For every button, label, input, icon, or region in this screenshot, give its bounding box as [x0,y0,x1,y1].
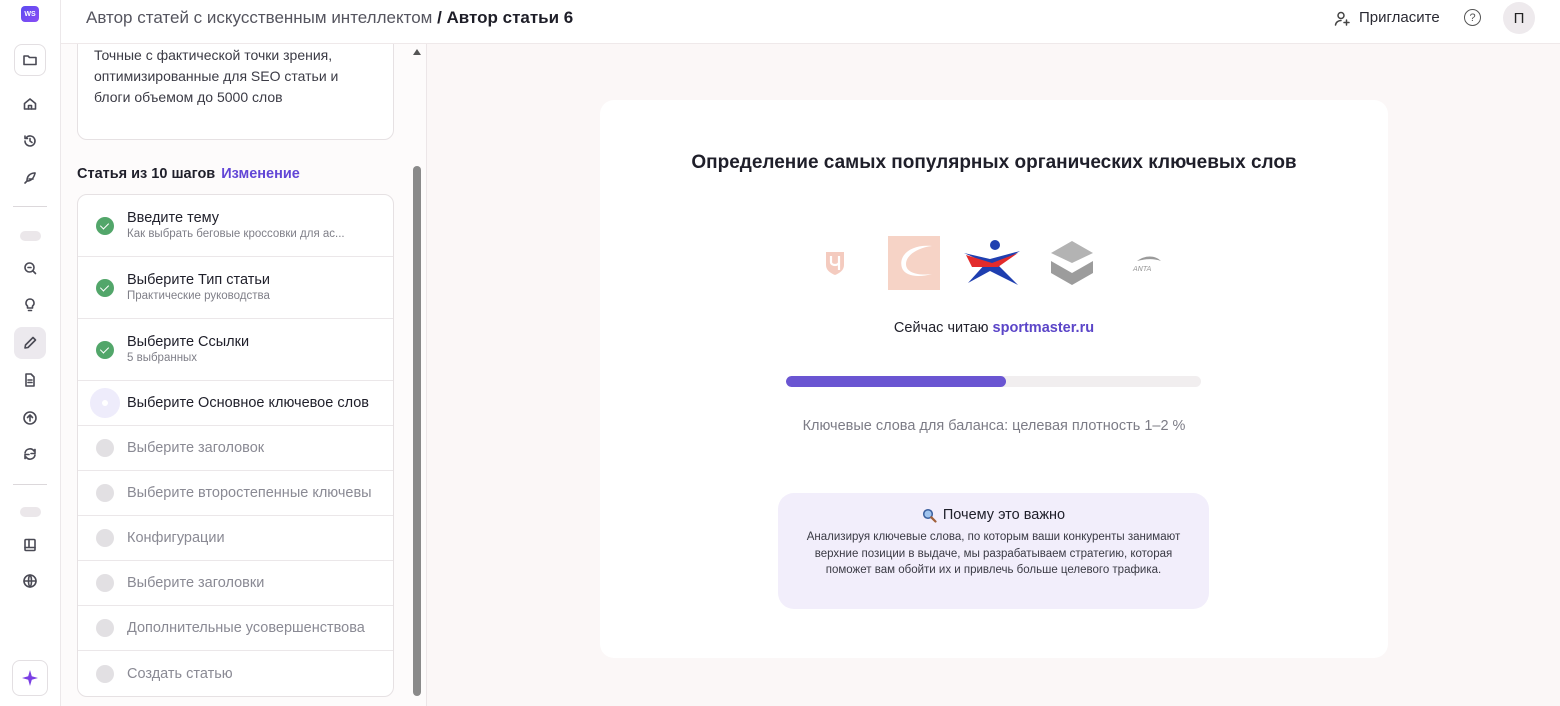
rail-divider [13,206,47,207]
add-user-icon [1334,11,1350,26]
step-item[interactable]: Выберите Тип статьи Практические руковод… [78,257,393,319]
step-label: Выберите Тип статьи [127,272,271,288]
step-sublabel: Практические руководства [127,290,270,302]
globe-icon[interactable] [14,565,46,597]
why-important-box: Почему это важно Анализируя ключевые сло… [778,493,1209,609]
step-label: Создать статью [127,665,233,682]
why-title-text: Почему это важно [942,507,1066,523]
scrollbar-thumb[interactable] [413,166,421,696]
sportmaster-logo-icon [962,236,1024,290]
step-sublabel: Как выбрать беговые кроссовки для ас... [127,228,345,240]
breadcrumb-current: Автор статьи 6 [446,8,574,27]
current-step-indicator-icon [90,388,120,418]
scroll-up-arrow-icon[interactable] [413,49,421,55]
pending-step-icon [96,439,114,457]
step-label: Введите тему [127,210,220,226]
check-circle-icon [96,278,114,297]
icon-rail: WS [0,0,61,706]
search-analysis-icon[interactable] [14,252,46,284]
pending-step-icon [96,664,114,683]
invite-button[interactable]: Пригласите [1334,8,1440,28]
breadcrumb-separator: / [432,8,447,27]
step-item[interactable]: Введите тему Как выбрать беговые кроссов… [78,195,393,257]
why-title: Почему это важно [778,507,1209,523]
step-label: Выберите второстепенные ключевы [127,485,372,501]
rail-section-pill [20,507,41,517]
description-line: блоги объемом до 5000 слов [94,89,283,105]
breadcrumb: Автор статей с искусственным интеллектом… [86,8,573,28]
change-link[interactable]: Изменение [221,166,300,182]
check-circle-icon [96,340,114,359]
pencil-icon[interactable] [14,327,46,359]
steps-list: Введите тему Как выбрать беговые кроссов… [77,194,394,697]
step-item[interactable]: Выберите второстепенные ключевы [78,471,393,516]
step-label: Выберите заголовок [127,440,265,456]
sparkle-icon[interactable] [12,660,48,696]
upload-icon[interactable] [14,402,46,434]
keyword-analysis-card: Определение самых популярных органически… [600,100,1388,658]
geometric-logo-icon [1048,236,1096,290]
step-sublabel: 5 выбранных [127,352,198,364]
steps-panel: Точные с фактической точки зрения, оптим… [61,44,427,706]
progress-bar [786,376,1201,387]
check-circle-icon [96,216,114,235]
competitor-logos: ANTA [820,236,1170,290]
pending-step-icon [96,619,114,637]
history-icon[interactable] [14,125,46,157]
rail-divider [13,484,47,485]
lightbulb-icon[interactable] [14,289,46,321]
refresh-icon[interactable] [14,438,46,470]
book-icon[interactable] [14,529,46,561]
document-icon[interactable] [14,364,46,396]
step-label: Выберите заголовки [127,575,265,591]
step-item[interactable]: Выберите заголовки [78,561,393,606]
step-label: Выберите Ссылки [127,334,250,350]
step-item[interactable]: Выберите заголовок [78,426,393,471]
article-description: Точные с фактической точки зрения, оптим… [77,44,394,140]
rail-section-pill [20,231,41,241]
description-line: оптимизированные для SEO статьи и [94,68,339,84]
pending-step-icon [96,574,114,592]
feather-icon[interactable] [14,162,46,194]
invite-label: Пригласите [1359,9,1440,26]
app-logo[interactable]: WS [21,6,39,22]
reading-site: sportmaster.ru [992,320,1095,336]
step-item[interactable]: Создать статью [78,651,393,696]
why-description: Анализируя ключевые слова, по которым ва… [806,531,1181,576]
help-icon[interactable]: ? [1464,9,1481,26]
magnifier-icon [922,508,937,523]
steps-title-text: Статья из 10 шагов [77,166,216,182]
panel-scrollbar[interactable] [411,44,423,706]
avatar[interactable]: П [1503,2,1535,34]
page-title: Определение самых популярных органически… [691,152,1297,173]
step-item[interactable]: Выберите Ссылки 5 выбранных [78,319,393,381]
swoosh-logo-icon [888,236,940,290]
step-item[interactable]: Дополнительные усовершенствова [78,606,393,651]
anta-logo-icon: ANTA [1128,236,1164,290]
folder-icon[interactable] [14,44,46,76]
keyword-balance-note: Ключевые слова для баланса: целевая плот… [802,418,1186,434]
anta-logo-text: ANTA [1132,265,1152,273]
steps-title: Статья из 10 шагов Изменение [77,166,300,182]
breadcrumb-parent[interactable]: Автор статей с искусственным интеллектом [86,8,432,27]
top-header: Автор статей с искусственным интеллектом… [61,0,1560,44]
step-label: Конфигурации [127,530,225,546]
step-item-current[interactable]: Выберите Основное ключевое слов [78,381,393,426]
description-line: Точные с фактической точки зрения, [94,47,333,63]
step-label: Дополнительные усовершенствова [127,620,365,636]
pending-step-icon [96,529,114,547]
pending-step-icon [96,484,114,502]
step-label: Выберите Основное ключевое слов [127,395,369,411]
step-item[interactable]: Конфигурации [78,516,393,561]
reading-prefix: Сейчас читаю [893,320,993,336]
reading-status: Сейчас читаю sportmaster.ru [600,320,1388,336]
home-icon[interactable] [14,88,46,120]
progress-fill [786,376,1006,387]
shield-logo-icon [820,236,850,290]
